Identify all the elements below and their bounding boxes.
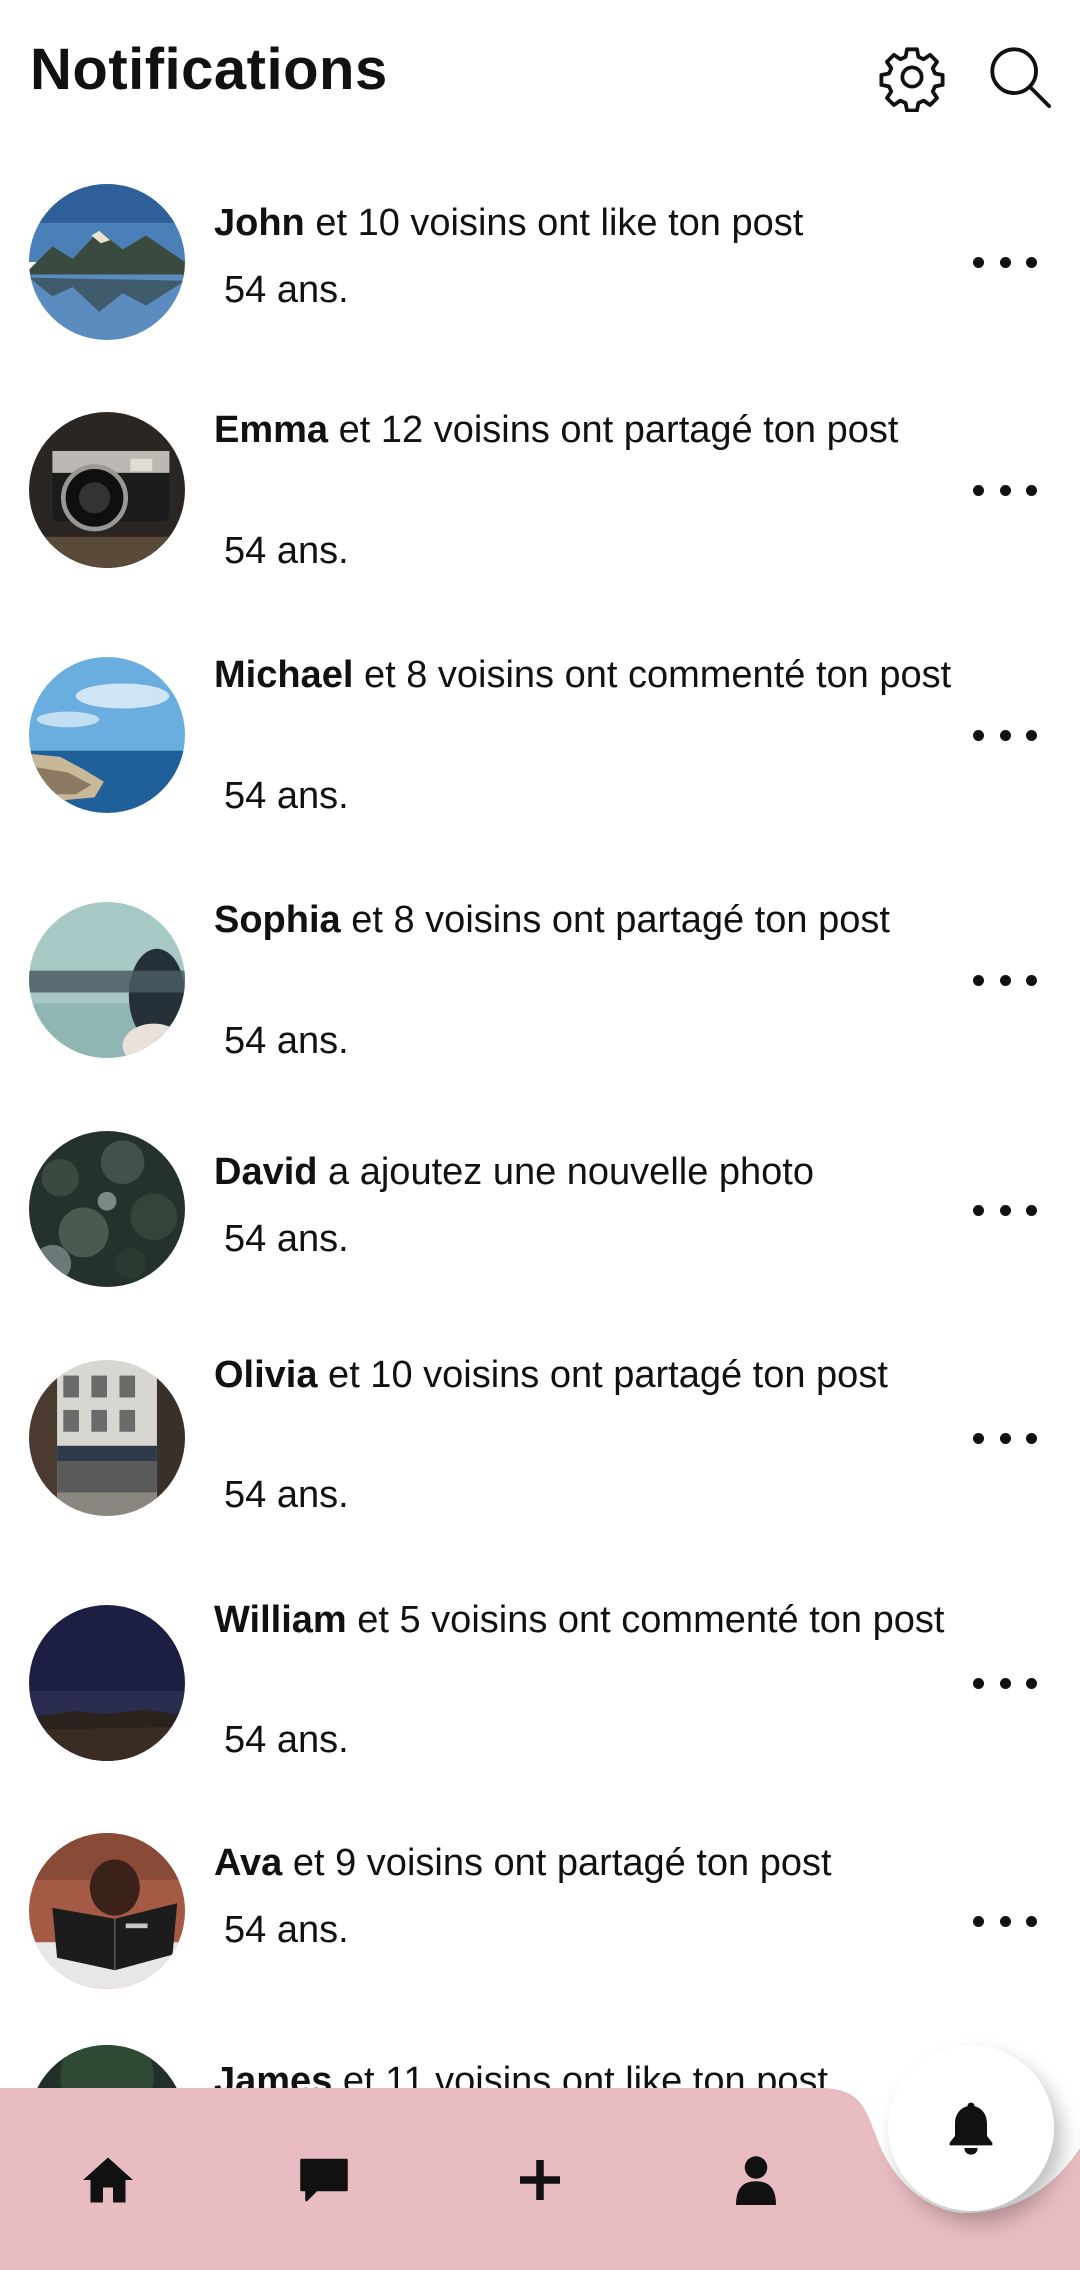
notification-message: et 8 voisins ont partagé ton post (340, 899, 890, 941)
notifications-tab-button[interactable] (888, 2045, 1054, 2211)
more-options-icon[interactable] (973, 250, 1037, 274)
notification-user-name: Michael (214, 654, 354, 696)
more-options-icon[interactable] (973, 1671, 1037, 1695)
avatar (29, 184, 185, 340)
avatar (29, 1131, 185, 1287)
gear-icon[interactable] (877, 42, 947, 112)
page-title: Notifications (30, 37, 388, 102)
notification-item[interactable]: William et 5 voisins ont commenté ton po… (0, 1570, 1080, 1815)
header: Notifications (0, 0, 1080, 150)
notification-message: et 10 voisins ont like ton post (304, 202, 804, 244)
avatar (29, 1360, 185, 1516)
notification-item[interactable]: Michael et 8 voisins ont commenté ton po… (0, 635, 1080, 880)
notification-age: 54 ans. (224, 1020, 349, 1062)
notification-item[interactable]: Olivia et 10 voisins ont partagé ton pos… (0, 1320, 1080, 1570)
more-options-icon[interactable] (973, 1198, 1037, 1222)
notification-message: a ajoutez une nouvelle photo (317, 1151, 814, 1193)
home-icon[interactable] (70, 2142, 146, 2218)
more-options-icon[interactable] (973, 478, 1037, 502)
avatar (29, 902, 185, 1058)
search-icon[interactable] (985, 42, 1055, 112)
notification-message: et 10 voisins ont partagé ton post (317, 1354, 888, 1396)
notification-age: 54 ans. (224, 269, 349, 311)
avatar (29, 1833, 185, 1989)
notification-item[interactable]: Sophia et 8 voisins ont partagé ton post… (0, 880, 1080, 1120)
notification-user-name: Emma (214, 409, 329, 451)
notification-user-name: John (214, 202, 305, 244)
notification-message: et 12 voisins ont partagé ton post (328, 409, 899, 451)
avatar (29, 1605, 185, 1761)
notification-age: 54 ans. (224, 1474, 349, 1516)
avatar (29, 412, 185, 568)
notification-age: 54 ans. (224, 1909, 349, 1951)
notification-user-name: Olivia (214, 1354, 318, 1396)
notification-age: 54 ans. (224, 1218, 349, 1260)
notification-item[interactable]: Emma et 12 voisins ont partagé ton post … (0, 390, 1080, 635)
more-options-icon[interactable] (973, 1426, 1037, 1450)
notification-user-name: Ava (214, 1842, 283, 1884)
chat-icon[interactable] (286, 2142, 362, 2218)
notification-age: 54 ans. (224, 775, 349, 817)
notification-age: 54 ans. (224, 530, 349, 572)
more-options-icon[interactable] (973, 968, 1037, 992)
notification-item[interactable]: David a ajoutez une nouvelle photo 54 an… (0, 1120, 1080, 1320)
notification-user-name: David (214, 1151, 318, 1193)
notification-message: et 8 voisins ont commenté ton post (353, 654, 952, 696)
profile-icon[interactable] (718, 2142, 794, 2218)
avatar (29, 657, 185, 813)
bell-icon (949, 2102, 993, 2155)
notification-item[interactable]: John et 10 voisins ont like ton post 54 … (0, 150, 1080, 390)
notification-message: et 9 voisins ont partagé ton post (282, 1842, 832, 1884)
notification-user-name: Sophia (214, 899, 341, 941)
more-options-icon[interactable] (973, 1909, 1037, 1933)
more-options-icon[interactable] (973, 723, 1037, 747)
add-icon[interactable] (502, 2142, 578, 2218)
notification-user-name: William (214, 1599, 347, 1641)
notification-item[interactable]: Ava et 9 voisins ont partagé ton post 54… (0, 1815, 1080, 2035)
notification-age: 54 ans. (224, 1719, 349, 1761)
notification-message: et 5 voisins ont commenté ton post (346, 1599, 945, 1641)
